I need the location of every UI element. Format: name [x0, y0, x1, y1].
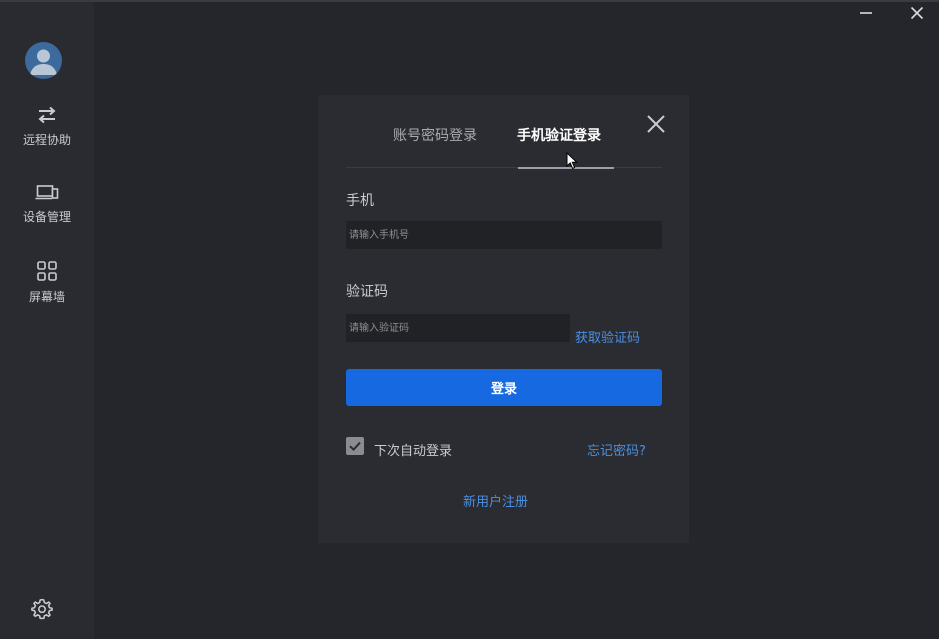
register-link[interactable]: 新用户注册 [463, 491, 528, 510]
close-icon [647, 115, 665, 133]
close-icon [910, 6, 924, 20]
avatar[interactable] [25, 42, 62, 79]
sidebar-item-label: 设备管理 [22, 210, 71, 224]
sidebar-item-screen-wall[interactable]: 屏幕墙 [0, 261, 94, 305]
sidebar-item-label: 屏幕墙 [28, 290, 65, 304]
window-close-button[interactable] [907, 4, 927, 22]
devices-icon [35, 185, 59, 200]
verification-code-input[interactable] [346, 314, 570, 342]
dialog-close-button[interactable] [645, 113, 667, 135]
tab-password-login[interactable]: 账号密码登录 [393, 125, 477, 145]
tab-sms-login[interactable]: 手机验证登录 [517, 125, 601, 145]
sidebar-item-remote-assist[interactable]: 远程协助 [0, 106, 94, 148]
app-window: 远程协助 设备管理 屏幕墙 账号密码登录 手机验证登录 手机 请输入手机号 验证… [0, 0, 939, 639]
tabs-divider [346, 167, 662, 168]
login-button[interactable]: 登录 [346, 369, 662, 406]
settings-button[interactable] [31, 598, 53, 620]
sidebar: 远程协助 设备管理 屏幕墙 [0, 2, 94, 639]
checkmark-icon [349, 441, 361, 452]
phone-label: 手机 [346, 193, 374, 209]
forgot-password-link[interactable]: 忘记密码? [587, 440, 646, 459]
get-code-link[interactable]: 获取验证码 [575, 327, 640, 346]
user-avatar-icon [30, 49, 57, 75]
grid-icon [37, 261, 57, 281]
verification-code-label: 验证码 [346, 284, 388, 300]
window-top-border [0, 0, 939, 2]
minimize-button[interactable] [856, 4, 876, 22]
gear-icon [31, 598, 53, 620]
auto-login-label: 下次自动登录 [374, 444, 453, 459]
sidebar-item-label: 远程协助 [22, 133, 71, 147]
mouse-cursor-icon [566, 152, 578, 170]
swap-arrows-icon [38, 106, 56, 124]
minimize-icon [860, 12, 872, 14]
sidebar-item-device-manage[interactable]: 设备管理 [0, 184, 94, 225]
auto-login-checkbox[interactable] [346, 437, 364, 455]
login-dialog: 账号密码登录 手机验证登录 手机 验证码 获取验证码 登录 下次自动登录 忘记密… [318, 95, 689, 543]
phone-input[interactable] [346, 221, 662, 249]
